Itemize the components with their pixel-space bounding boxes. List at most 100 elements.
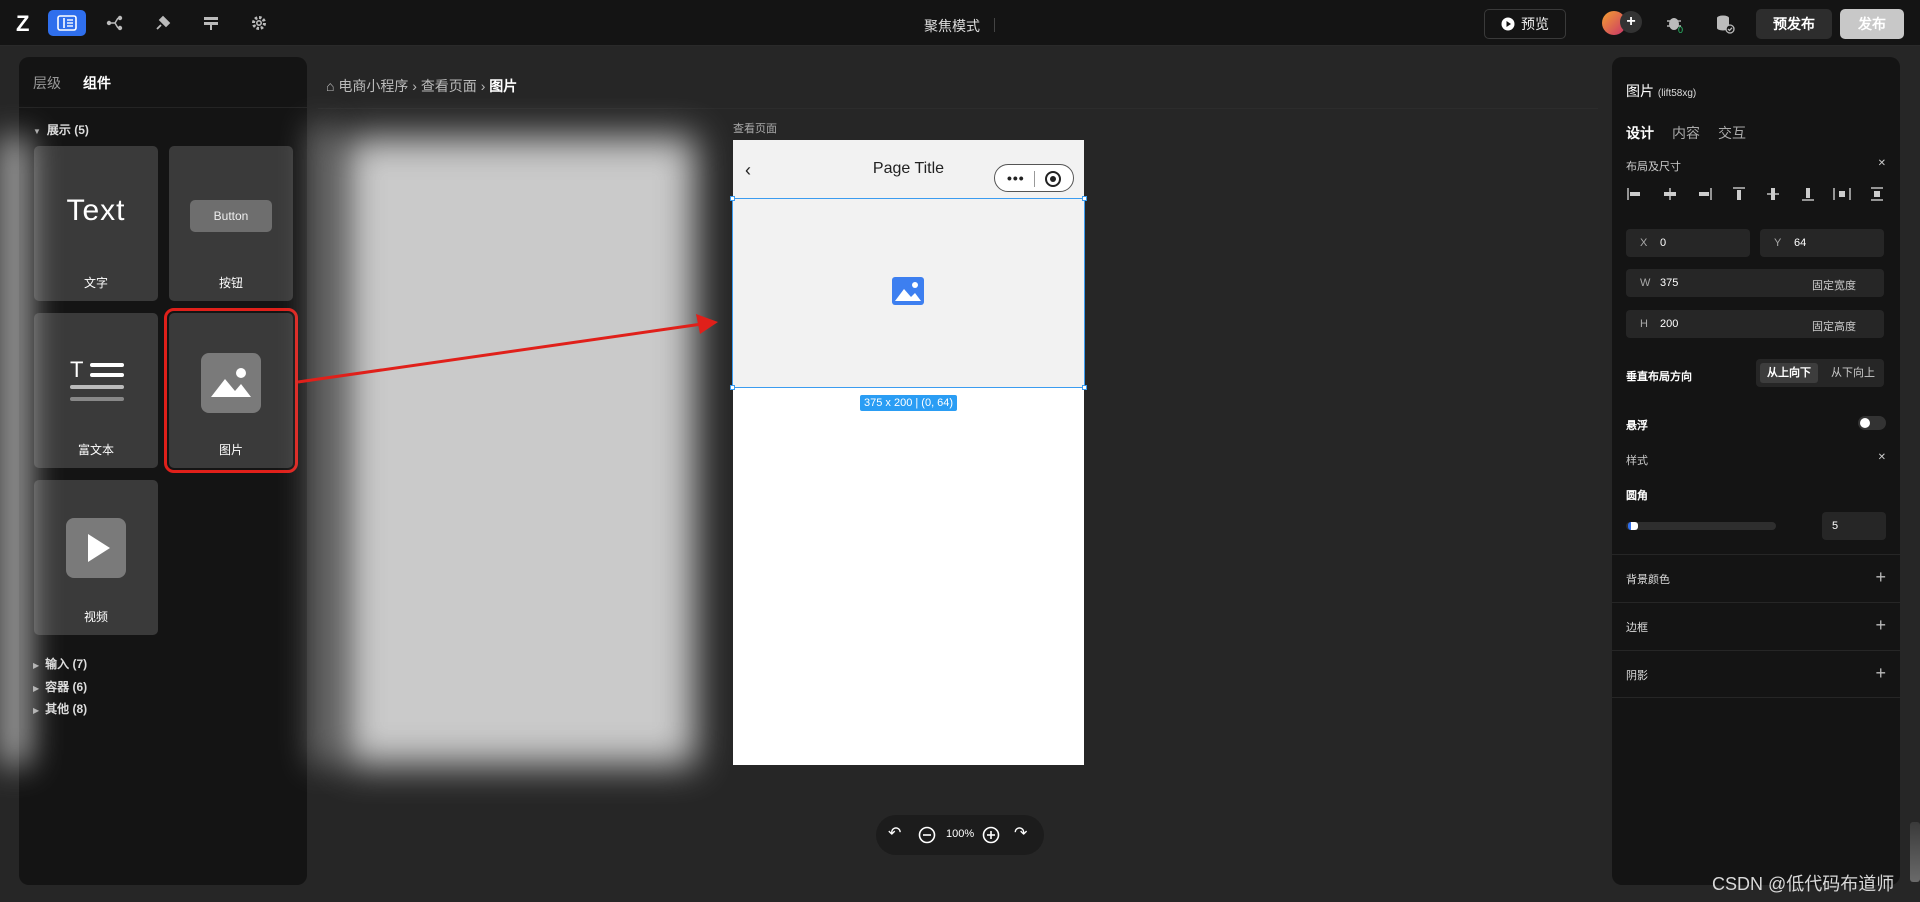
zoom-out-icon[interactable] xyxy=(918,826,936,844)
component-id: (lift58xg) xyxy=(1657,88,1697,99)
image-component[interactable] xyxy=(730,196,1087,390)
direction-bottom-to-top[interactable]: 从下向上 xyxy=(1824,363,1882,383)
prepublish-button[interactable]: 预发布 xyxy=(1756,9,1832,39)
y-field[interactable]: Y 64 xyxy=(1760,229,1884,257)
more-icon[interactable]: ••• xyxy=(1007,170,1025,186)
record-icon[interactable] xyxy=(1045,171,1061,187)
caret-right-icon: ▶ xyxy=(33,706,40,715)
float-toggle[interactable] xyxy=(1858,416,1886,430)
x-field[interactable]: X 0 xyxy=(1626,229,1750,257)
text-glyph: Text xyxy=(66,194,126,227)
group-input[interactable]: ▶ 输入 (7) xyxy=(33,655,87,672)
publish-button[interactable]: 发布 xyxy=(1840,9,1904,39)
align-center-h-icon[interactable] xyxy=(1661,187,1679,201)
component-label: 按钮 xyxy=(218,276,243,290)
background-color-row[interactable]: 背景颜色 + xyxy=(1612,554,1900,602)
group-display[interactable]: ▼ 展示 (5) xyxy=(33,121,89,138)
align-left-icon[interactable] xyxy=(1626,187,1644,201)
x-value: 0 xyxy=(1660,237,1667,249)
border-row[interactable]: 边框 + xyxy=(1612,602,1900,650)
flow-tool-button[interactable] xyxy=(96,10,134,36)
zoom-level: 100% xyxy=(946,828,975,840)
tab-components[interactable]: 组件 xyxy=(83,73,111,93)
radius-slider[interactable] xyxy=(1626,522,1776,530)
align-right-icon[interactable] xyxy=(1695,187,1713,201)
home-icon[interactable]: ⌂ xyxy=(326,78,334,94)
add-icon[interactable]: + xyxy=(1875,567,1886,588)
breadcrumb-current: 图片 xyxy=(489,78,518,94)
undo-icon[interactable]: ↶ xyxy=(888,823,901,843)
h-value: 200 xyxy=(1660,318,1679,330)
radius-input[interactable]: 5 xyxy=(1822,512,1886,540)
properties-panel: 图片 (lift58xg) 设计 内容 交互 布局及尺寸 ✕ X 0 Y 64 … xyxy=(1612,57,1900,885)
page-label: 查看页面 xyxy=(733,123,777,135)
tab-content[interactable]: 内容 xyxy=(1672,123,1700,143)
scrollbar[interactable] xyxy=(1910,822,1920,882)
button-glyph: Button xyxy=(190,200,272,232)
distribute-v-icon[interactable] xyxy=(1868,187,1886,201)
divider xyxy=(1034,171,1035,187)
component-card-richtext[interactable]: T 富文本 xyxy=(34,313,158,468)
tab-design[interactable]: 设计 xyxy=(1626,123,1654,143)
redo-icon[interactable]: ↷ xyxy=(1014,823,1027,843)
tab-layers[interactable]: 层级 xyxy=(33,73,61,93)
data-tool-button[interactable] xyxy=(192,10,230,36)
direction-top-to-bottom[interactable]: 从上向下 xyxy=(1760,363,1818,383)
component-name: 图片 xyxy=(1626,83,1654,99)
caret-right-icon: ▶ xyxy=(33,684,40,693)
radius-slider-handle[interactable] xyxy=(1628,522,1638,530)
preview-label: 预览 xyxy=(1521,16,1549,32)
width-mode[interactable]: 固定宽度 xyxy=(1812,277,1856,293)
data-icon xyxy=(204,17,218,30)
svg-text:T: T xyxy=(70,359,83,382)
mini-program-capsule[interactable]: ••• xyxy=(994,164,1074,192)
focus-mode-label[interactable]: 聚焦模式 xyxy=(924,16,980,36)
group-label: 展示 (5) xyxy=(46,123,89,137)
preview-button[interactable]: 预览 xyxy=(1484,9,1566,39)
group-container[interactable]: ▶ 容器 (6) xyxy=(33,678,87,695)
direction-segmented-control: 从上向下 从下向上 xyxy=(1756,359,1884,387)
properties-tabs: 设计 内容 交互 xyxy=(1626,123,1746,143)
collapse-icon[interactable]: ✕ xyxy=(1878,452,1886,463)
bug-icon[interactable]: 0 xyxy=(1664,13,1686,35)
add-collaborator-button[interactable]: + xyxy=(1620,11,1642,33)
add-icon[interactable]: + xyxy=(1875,663,1886,684)
app-logo: Z xyxy=(16,11,30,36)
group-other[interactable]: ▶ 其他 (8) xyxy=(33,700,87,717)
tab-interaction[interactable]: 交互 xyxy=(1718,123,1746,143)
align-top-icon[interactable] xyxy=(1730,187,1748,201)
component-card-text[interactable]: Text 文字 xyxy=(34,146,158,301)
component-card-video[interactable]: 视频 xyxy=(34,480,158,635)
width-field[interactable]: W 375 固定宽度 xyxy=(1626,269,1884,297)
plugin-tool-button[interactable] xyxy=(144,10,182,36)
component-card-button[interactable]: Button 按钮 xyxy=(169,146,293,301)
height-field[interactable]: H 200 固定高度 xyxy=(1626,310,1884,338)
caret-right-icon: ▶ xyxy=(33,661,40,670)
distribute-h-icon[interactable] xyxy=(1833,187,1852,201)
add-icon[interactable]: + xyxy=(1875,615,1886,636)
align-center-v-icon[interactable] xyxy=(1764,187,1782,201)
collapse-icon[interactable]: ✕ xyxy=(1878,158,1886,169)
shadow-row[interactable]: 阴影 + xyxy=(1612,650,1900,698)
resize-handle[interactable] xyxy=(730,385,735,390)
pages-tool-button[interactable] xyxy=(48,10,86,36)
resize-handle[interactable] xyxy=(1082,196,1087,201)
zoom-in-icon[interactable] xyxy=(982,826,1000,844)
breadcrumb-item[interactable]: 电商小程序 xyxy=(338,78,408,94)
align-bottom-icon[interactable] xyxy=(1799,187,1817,201)
divider xyxy=(318,108,1598,109)
background-color-label: 背景颜色 xyxy=(1626,574,1670,586)
breadcrumb-item[interactable]: 查看页面 xyxy=(421,78,477,94)
database-check-icon[interactable] xyxy=(1714,13,1736,35)
component-label: 富文本 xyxy=(77,443,114,457)
pages-icon xyxy=(57,15,77,31)
resize-handle[interactable] xyxy=(1082,385,1087,390)
layout-section-title: 布局及尺寸 xyxy=(1626,161,1681,173)
component-card-image[interactable]: 图片 xyxy=(164,308,298,473)
settings-tool-button[interactable] xyxy=(240,10,278,36)
height-mode[interactable]: 固定高度 xyxy=(1812,318,1856,334)
phone-canvas[interactable]: ‹ Page Title ••• xyxy=(730,140,1087,765)
drag-arrow xyxy=(297,314,718,384)
resize-handle[interactable] xyxy=(730,196,735,201)
play-circle-icon xyxy=(1501,17,1515,31)
